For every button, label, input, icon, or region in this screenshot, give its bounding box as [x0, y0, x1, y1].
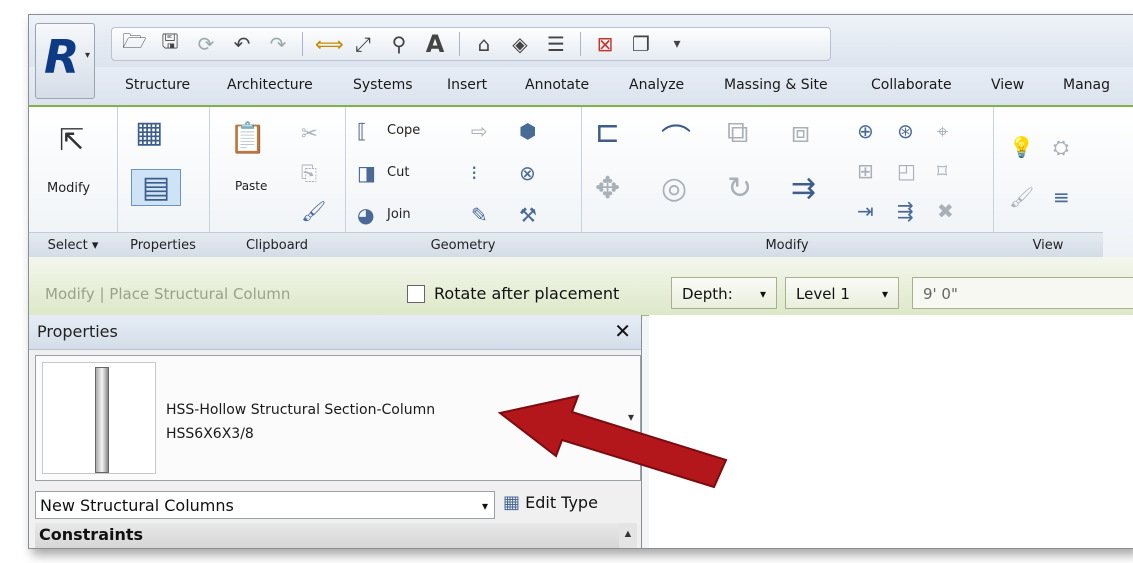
application-menu-button[interactable]: R ▾: [35, 23, 95, 99]
annotation-arrow: [497, 394, 728, 489]
revit-logo: R: [44, 30, 80, 84]
arrow-shape: [497, 394, 728, 489]
chevron-down-icon: ▾: [84, 50, 90, 61]
